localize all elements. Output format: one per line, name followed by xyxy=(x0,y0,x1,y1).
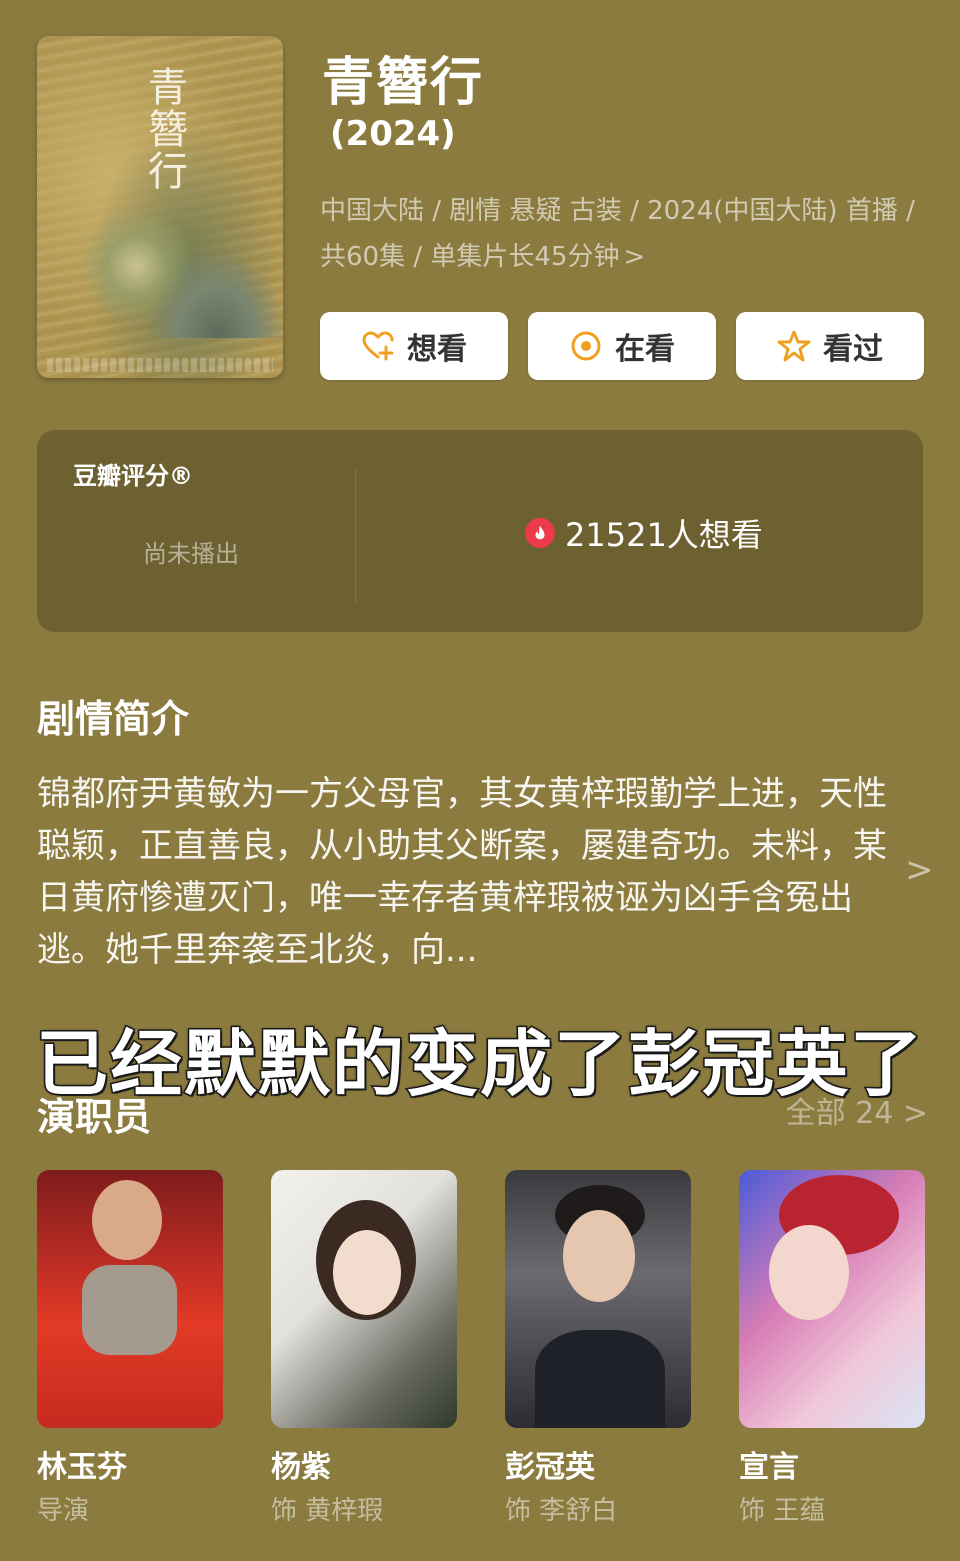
cast-card[interactable]: 杨紫 饰 黄梓瑕 xyxy=(271,1170,457,1526)
face-shape xyxy=(563,1210,635,1302)
cast-photo xyxy=(37,1170,223,1428)
want-count-row: 21521人想看 xyxy=(525,510,763,556)
cast-photo xyxy=(505,1170,691,1428)
rating-divider xyxy=(355,468,356,604)
fire-icon xyxy=(525,518,555,548)
cast-role: 导演 xyxy=(37,1496,90,1526)
cast-card[interactable]: 彭冠英 饰 李舒白 xyxy=(505,1170,691,1526)
target-circle-icon xyxy=(571,331,601,361)
suit-shape xyxy=(535,1330,665,1428)
movie-meta-text: 中国大陆 / 剧情 悬疑 古装 / 2024(中国大陆) 首播 / 共60集 /… xyxy=(320,196,915,272)
release-year: (2024) xyxy=(330,114,456,154)
cast-card[interactable]: 宣言 饰 王蕴 xyxy=(739,1170,925,1526)
star-icon xyxy=(777,330,811,362)
cast-name: 彭冠英 xyxy=(505,1450,595,1485)
watching-button[interactable]: 在看 xyxy=(528,312,716,380)
cast-role: 饰 王蕴 xyxy=(739,1496,826,1526)
chevron-right-icon: > xyxy=(623,242,646,272)
heart-plus-icon xyxy=(362,331,394,361)
watched-label: 看过 xyxy=(823,332,883,367)
poster-credits xyxy=(47,358,273,372)
face-shape xyxy=(92,1180,162,1260)
movie-meta[interactable]: 中国大陆 / 剧情 悬疑 古装 / 2024(中国大陆) 首播 / 共60集 /… xyxy=(320,188,920,280)
poster-title: 青簪行 xyxy=(141,66,187,192)
cast-name: 宣言 xyxy=(739,1450,799,1485)
page-title: 青簪行 xyxy=(322,53,485,113)
want-count: 21521人想看 xyxy=(565,516,763,554)
chevron-right-icon[interactable]: > xyxy=(905,850,934,890)
cast-role: 饰 黄梓瑕 xyxy=(271,1496,384,1526)
want-label: 想看 xyxy=(407,332,467,367)
synopsis-text[interactable]: 锦都府尹黄敏为一方父母官，其女黄梓瑕勤学上进，天性聪颖，正直善良，从小助其父断案… xyxy=(37,768,887,976)
poster-image[interactable]: 青簪行 xyxy=(37,36,283,378)
cast-role: 饰 李舒白 xyxy=(505,1496,618,1526)
cast-title: 演职员 xyxy=(37,1095,152,1139)
face-shape xyxy=(769,1225,849,1320)
rating-status: 尚未播出 xyxy=(143,540,239,568)
cast-name: 林玉芬 xyxy=(37,1450,127,1485)
poster-hill-art xyxy=(147,248,283,338)
rating-card[interactable]: 豆瓣评分® 尚未播出 21521人想看 xyxy=(37,430,923,632)
cast-photo xyxy=(271,1170,457,1428)
face-shape xyxy=(333,1230,401,1315)
watched-button[interactable]: 看过 xyxy=(736,312,924,380)
cast-photo xyxy=(739,1170,925,1428)
cast-all-link[interactable]: 全部 24 > xyxy=(786,1088,928,1132)
rating-label: 豆瓣评分® xyxy=(73,462,193,490)
scarf-shape xyxy=(82,1265,177,1355)
synopsis-title: 剧情简介 xyxy=(37,697,190,741)
watching-label: 在看 xyxy=(615,332,675,367)
cast-card[interactable]: 林玉芬 导演 xyxy=(37,1170,223,1526)
want-button[interactable]: 想看 xyxy=(320,312,508,380)
cast-name: 杨紫 xyxy=(271,1450,331,1485)
